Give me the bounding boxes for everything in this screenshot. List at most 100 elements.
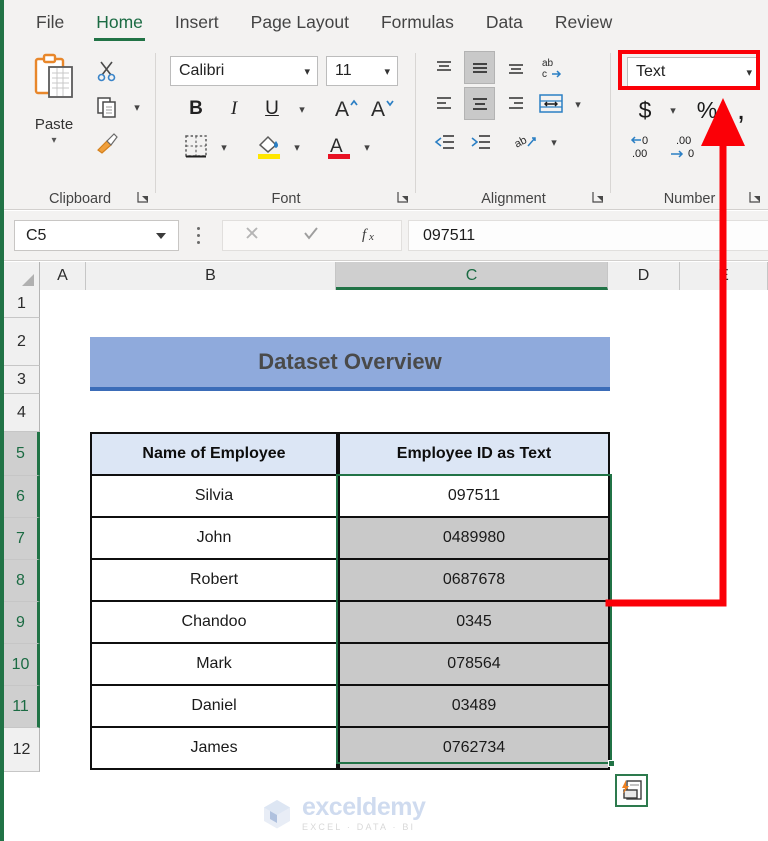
formula-input[interactable]: 097511 — [408, 220, 768, 251]
font-color-dropdown[interactable]: ▾ — [357, 135, 377, 159]
table-cell-name[interactable]: Chandoo — [90, 602, 338, 644]
font-size-combo[interactable]: 11 ▾ — [326, 56, 398, 86]
borders-button[interactable] — [180, 131, 212, 161]
row-header-12[interactable]: 12 — [4, 728, 40, 772]
underline-button[interactable]: U — [258, 95, 286, 123]
name-box[interactable]: C5 — [14, 220, 179, 251]
table-cell-name[interactable]: James — [90, 728, 338, 770]
dataset-title-banner[interactable]: Dataset Overview — [90, 337, 610, 391]
table-cell-name[interactable]: Mark — [90, 644, 338, 686]
row-header-11[interactable]: 11 — [4, 686, 40, 728]
insert-function-icon[interactable]: f x — [360, 223, 382, 248]
increase-indent-button[interactable] — [466, 129, 496, 157]
ribbon-group-label-clipboard: Clipboard — [48, 191, 112, 207]
column-header-E[interactable]: E — [680, 262, 768, 290]
borders-dropdown[interactable]: ▾ — [214, 135, 234, 159]
chevron-down-icon: ▾ — [746, 66, 752, 79]
alignment-dialog-launcher[interactable] — [591, 190, 605, 204]
row-header-8[interactable]: 8 — [4, 560, 40, 602]
ribbon-tab-formulas[interactable]: Formulas — [365, 0, 470, 45]
column-header-C[interactable]: C — [336, 262, 608, 290]
merge-cells-dropdown[interactable]: ▾ — [568, 93, 588, 115]
ribbon-tab-review[interactable]: Review — [539, 0, 628, 45]
ribbon-tab-data[interactable]: Data — [470, 0, 539, 45]
table-header-id[interactable]: Employee ID as Text — [338, 432, 610, 476]
select-all-button[interactable] — [4, 262, 40, 290]
merge-cells-button[interactable] — [536, 89, 566, 119]
column-header-D[interactable]: D — [608, 262, 680, 290]
font-color-icon: A — [328, 136, 350, 159]
italic-button[interactable]: I — [220, 95, 248, 123]
orientation-dropdown[interactable]: ▾ — [544, 131, 564, 153]
ribbon-tab-file[interactable]: File — [20, 0, 80, 45]
column-header-A[interactable]: A — [40, 262, 86, 290]
increase-font-size-button[interactable]: A — [332, 93, 362, 123]
column-header-B[interactable]: B — [86, 262, 336, 290]
table-cell-name[interactable]: John — [90, 518, 338, 560]
row-header-1[interactable]: 1 — [4, 290, 40, 318]
align-bottom-button[interactable] — [502, 55, 529, 81]
table-cell-id[interactable]: 078564 — [338, 644, 610, 686]
font-color-button[interactable]: A — [324, 131, 354, 161]
paste-button[interactable]: Paste ▾ — [22, 53, 86, 171]
font-dialog-launcher[interactable] — [396, 190, 410, 204]
wrap-text-button[interactable]: ab c — [538, 53, 568, 83]
row-header-9[interactable]: 9 — [4, 602, 40, 644]
paste-dropdown-chevron-icon[interactable]: ▾ — [22, 136, 86, 146]
bold-button[interactable]: B — [182, 95, 210, 123]
confirm-icon[interactable] — [301, 223, 321, 248]
cancel-icon[interactable] — [242, 223, 262, 248]
decrease-font-size-button[interactable]: A — [368, 93, 398, 123]
table-cell-name[interactable]: Daniel — [90, 686, 338, 728]
align-left-button[interactable] — [430, 91, 457, 117]
cut-button[interactable] — [90, 55, 124, 87]
increase-decimal-button[interactable]: 0 .00 — [629, 131, 663, 161]
paste-options-button[interactable] — [615, 774, 648, 807]
align-center-button[interactable] — [464, 87, 495, 120]
table-cell-id[interactable]: 097511 — [338, 476, 610, 518]
copy-button[interactable] — [90, 91, 124, 123]
table-cell-id[interactable]: 0345 — [338, 602, 610, 644]
table-cell-id[interactable]: 03489 — [338, 686, 610, 728]
row-header-5[interactable]: 5 — [4, 432, 40, 476]
align-right-button[interactable] — [502, 91, 529, 117]
underline-dropdown[interactable]: ▾ — [292, 97, 312, 121]
align-top-button[interactable] — [430, 55, 457, 81]
number-dialog-launcher[interactable] — [748, 190, 762, 204]
table-cell-id[interactable]: 0489980 — [338, 518, 610, 560]
ribbon-group-label-number: Number — [663, 191, 716, 207]
fill-color-button[interactable] — [254, 131, 284, 161]
table-cell-name[interactable]: Silvia — [90, 476, 338, 518]
orientation-button[interactable]: ab — [512, 127, 542, 157]
comma-format-button[interactable]: , — [727, 93, 755, 126]
number-format-combo[interactable]: Text ▾ — [627, 57, 760, 87]
align-middle-button[interactable] — [464, 51, 495, 84]
table-header-name[interactable]: Name of Employee — [90, 432, 338, 476]
currency-dropdown[interactable]: ▾ — [663, 99, 683, 121]
table-cell-id[interactable]: 0762734 — [338, 728, 610, 770]
table-cell-name[interactable]: Robert — [90, 560, 338, 602]
decrease-indent-button[interactable] — [430, 129, 460, 157]
svg-text:0: 0 — [642, 135, 648, 147]
row-header-10[interactable]: 10 — [4, 644, 40, 686]
copy-dropdown[interactable]: ▾ — [120, 91, 154, 123]
row-header-6[interactable]: 6 — [4, 476, 40, 518]
format-painter-button[interactable] — [90, 127, 124, 159]
fill-handle[interactable] — [608, 760, 615, 767]
clipboard-dialog-launcher[interactable] — [136, 190, 150, 204]
ribbon-tab-home[interactable]: Home — [80, 0, 159, 45]
ribbon-tab-page-layout[interactable]: Page Layout — [235, 0, 365, 45]
percent-format-button[interactable]: % — [693, 95, 721, 125]
ribbon-tab-insert[interactable]: Insert — [159, 0, 235, 45]
decrease-decimal-button[interactable]: .00 0 — [667, 131, 701, 161]
currency-format-button[interactable]: $ — [631, 95, 659, 125]
row-header-3[interactable]: 3 — [4, 366, 40, 394]
font-name-combo[interactable]: Calibri ▾ — [170, 56, 318, 86]
row-header-4[interactable]: 4 — [4, 394, 40, 432]
chevron-down-icon[interactable] — [156, 232, 166, 239]
fill-color-dropdown[interactable]: ▾ — [287, 135, 307, 159]
table-cell-id[interactable]: 0687678 — [338, 560, 610, 602]
row-header-2[interactable]: 2 — [4, 318, 40, 366]
row-header-7[interactable]: 7 — [4, 518, 40, 560]
formula-bar-grip[interactable] — [197, 227, 200, 248]
